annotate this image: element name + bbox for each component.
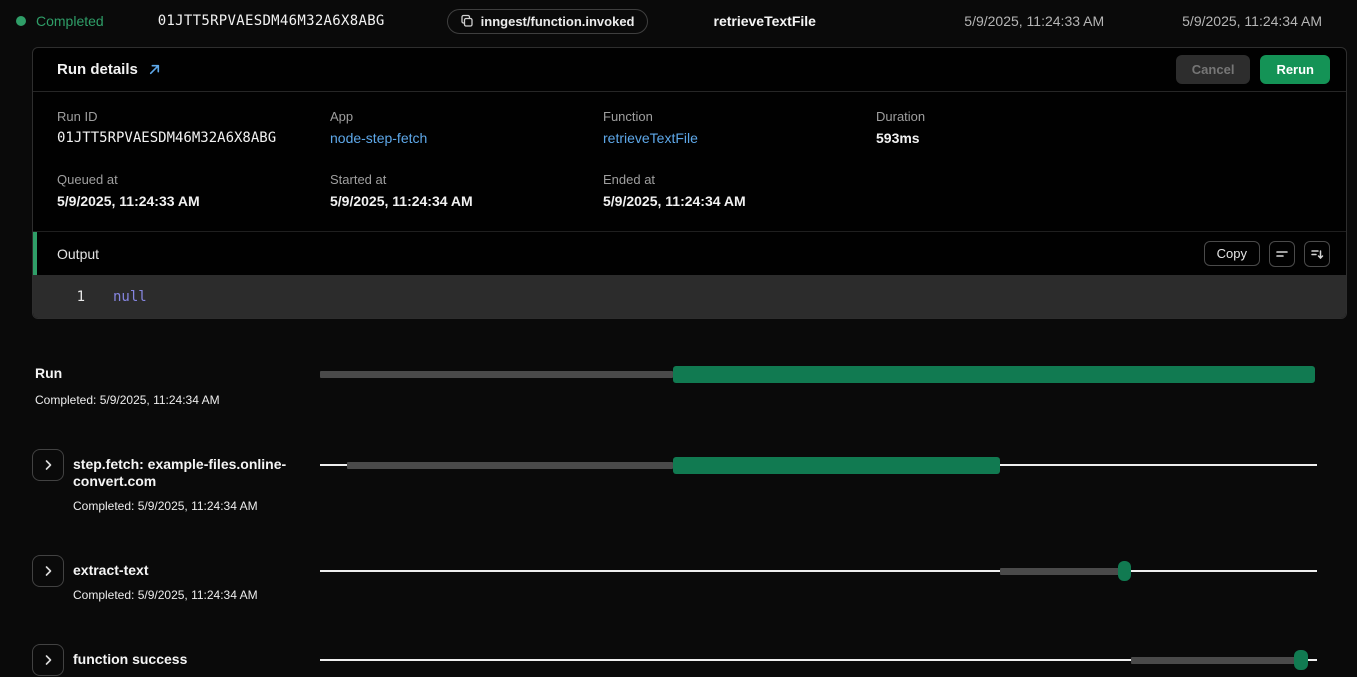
queue-duration-bar	[1000, 568, 1119, 575]
copy-output-button[interactable]: Copy	[1204, 241, 1260, 266]
event-name-badge[interactable]: inngest/function.invoked	[447, 9, 648, 34]
trace-step-fetch-completed: Completed: 5/9/2025, 11:24:34 AM	[73, 499, 299, 513]
trace-step-fetch-track[interactable]	[320, 455, 1317, 475]
run-details-grid: Run ID 01JTT5RPVAESDM46M32A6X8ABG App no…	[33, 92, 1346, 231]
run-details-card: Run details Cancel Rerun Run ID 01JTT5RP…	[32, 47, 1347, 319]
step-duration-bar	[1294, 650, 1308, 670]
rerun-button[interactable]: Rerun	[1260, 55, 1330, 84]
status-label: Completed	[36, 13, 104, 29]
field-function: Function retrieveTextFile	[603, 109, 876, 146]
topbar-started-timestamp: 5/9/2025, 11:24:34 AM	[1182, 13, 1322, 29]
field-value-run-id: 01JTT5RPVAESDM46M32A6X8ABG	[57, 130, 330, 146]
external-link-icon[interactable]	[148, 63, 161, 76]
field-run-id: Run ID 01JTT5RPVAESDM46M32A6X8ABG	[57, 109, 330, 146]
trace-run-track[interactable]	[320, 364, 1317, 384]
field-duration: Duration 593ms	[876, 109, 1322, 146]
trace-run-completed: Completed: 5/9/2025, 11:24:34 AM	[35, 393, 320, 407]
step-duration-bar	[673, 457, 1000, 474]
trace-step-fetch-text: step.fetch: example-files.online-convert…	[73, 449, 299, 513]
expand-function-success-button[interactable]	[32, 644, 64, 676]
field-started-at: Started at 5/9/2025, 11:24:34 AM	[330, 172, 603, 209]
code-null-token: null	[113, 289, 147, 305]
trace-extract-text-info: extract-text Completed: 5/9/2025, 11:24:…	[0, 555, 320, 602]
status-badge: Completed	[16, 13, 104, 29]
field-ended-at: Ended at 5/9/2025, 11:24:34 AM	[603, 172, 876, 209]
trace-row-step-fetch: step.fetch: example-files.online-convert…	[0, 449, 1317, 513]
track-baseline	[320, 570, 1317, 572]
function-link[interactable]: retrieveTextFile	[603, 130, 876, 146]
field-label: Run ID	[57, 109, 330, 124]
topbar-function-name: retrieveTextFile	[714, 13, 816, 29]
field-label: Duration	[876, 109, 1322, 124]
field-label: Started at	[330, 172, 603, 187]
event-name-label: inngest/function.invoked	[481, 14, 635, 29]
trace-function-success-title: function success	[73, 651, 299, 668]
top-bar: Completed 01JTT5RPVAESDM46M32A6X8ABG inn…	[0, 0, 1357, 42]
field-queued-at: Queued at 5/9/2025, 11:24:33 AM	[57, 172, 330, 209]
queue-duration-bar	[347, 462, 673, 469]
trace-row-function-success: function success Completed: 5/9/2025, 11…	[0, 644, 1317, 677]
field-value-queued-at: 5/9/2025, 11:24:33 AM	[57, 193, 330, 209]
trace-row-run: Run Completed: 5/9/2025, 11:24:34 AM	[0, 365, 1317, 407]
trace-run-title: Run	[35, 365, 320, 382]
field-app: App node-step-fetch	[330, 109, 603, 146]
queue-duration-bar	[320, 371, 673, 378]
topbar-queued-timestamp: 5/9/2025, 11:24:33 AM	[964, 13, 1104, 29]
field-value-ended-at: 5/9/2025, 11:24:34 AM	[603, 193, 876, 209]
step-duration-bar	[1118, 561, 1131, 581]
output-title: Output	[57, 246, 99, 262]
field-label: App	[330, 109, 603, 124]
trace-extract-text-completed: Completed: 5/9/2025, 11:24:34 AM	[73, 588, 299, 602]
field-value-duration: 593ms	[876, 130, 1322, 146]
trace-extract-text-track[interactable]	[320, 561, 1317, 581]
scroll-to-bottom-button[interactable]	[1304, 241, 1330, 267]
header-actions: Cancel Rerun	[1176, 55, 1330, 84]
trace-function-success-track[interactable]	[320, 650, 1317, 670]
output-status-stripe	[33, 232, 37, 275]
trace-step-fetch-info: step.fetch: example-files.online-convert…	[0, 449, 320, 513]
trace-extract-text-title: extract-text	[73, 562, 299, 579]
wrap-lines-icon	[1275, 247, 1289, 261]
field-label: Function	[603, 109, 876, 124]
trace-row-extract-text: extract-text Completed: 5/9/2025, 11:24:…	[0, 555, 1317, 602]
output-code-block[interactable]: 1 null	[33, 275, 1346, 318]
cancel-button[interactable]: Cancel	[1176, 55, 1251, 84]
trace-run-info: Run Completed: 5/9/2025, 11:24:34 AM	[0, 365, 320, 407]
expand-extract-text-button[interactable]	[32, 555, 64, 587]
run-details-title: Run details	[57, 61, 138, 78]
trace-function-success-text: function success Completed: 5/9/2025, 11…	[73, 644, 299, 677]
output-section-header: Output Copy	[33, 231, 1346, 275]
output-actions: Copy	[1204, 241, 1330, 267]
field-label: Ended at	[603, 172, 876, 187]
status-dot-icon	[16, 16, 26, 26]
queue-duration-bar	[1131, 657, 1296, 664]
field-label: Queued at	[57, 172, 330, 187]
app-link[interactable]: node-step-fetch	[330, 130, 603, 146]
trace-step-fetch-title: step.fetch: example-files.online-convert…	[73, 456, 299, 490]
trace-timeline: Run Completed: 5/9/2025, 11:24:34 AM ste…	[0, 365, 1357, 677]
field-value-started-at: 5/9/2025, 11:24:34 AM	[330, 193, 603, 209]
topbar-run-id: 01JTT5RPVAESDM46M32A6X8ABG	[158, 13, 385, 29]
code-line-number: 1	[33, 289, 85, 305]
trace-extract-text-text: extract-text Completed: 5/9/2025, 11:24:…	[73, 555, 299, 602]
scroll-to-bottom-icon	[1310, 247, 1324, 261]
run-duration-bar	[673, 366, 1315, 383]
expand-step-fetch-button[interactable]	[32, 449, 64, 481]
wrap-lines-button[interactable]	[1269, 241, 1295, 267]
run-details-header: Run details Cancel Rerun	[33, 48, 1346, 92]
trace-function-success-info: function success Completed: 5/9/2025, 11…	[0, 644, 320, 677]
copy-icon	[460, 14, 474, 28]
